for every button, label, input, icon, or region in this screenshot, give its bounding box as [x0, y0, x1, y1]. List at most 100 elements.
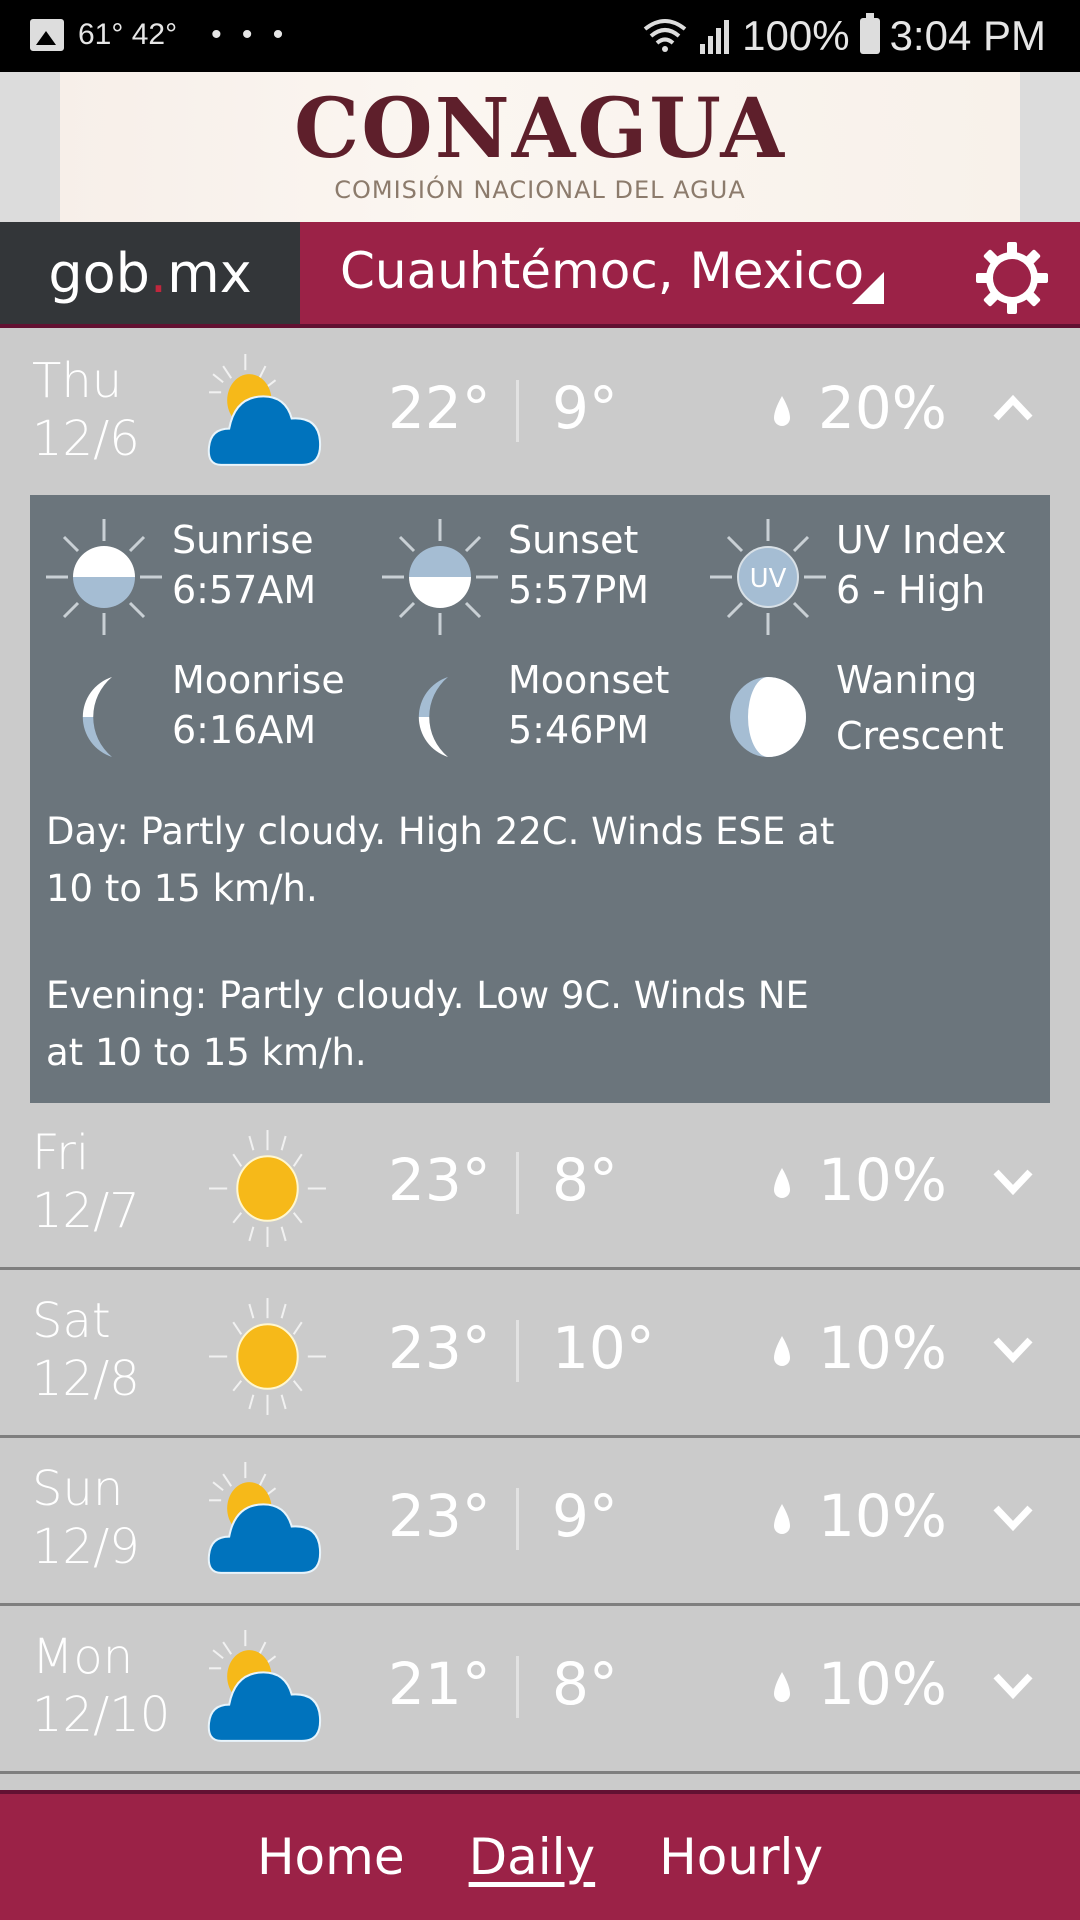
status-bar: 61° 42° • • • 100% 3:04 PM [0, 0, 1080, 72]
evening-text-line1: Evening: Partly cloudy. Low 9C. Winds NE [46, 974, 809, 1017]
moonrise-value: 6:16AM [172, 708, 317, 752]
more-notifications-icon: • • • [211, 18, 290, 51]
moonset-value: 5:46PM [508, 708, 650, 752]
low-temp: 8° [552, 1146, 618, 1214]
temp-divider [516, 1656, 519, 1718]
conagua-banner: CONAGUA COMISIÓN NACIONAL DEL AGUA [0, 72, 1080, 222]
day-date: 12/8 [32, 1351, 140, 1407]
clock: 3:04 PM [889, 12, 1046, 59]
low-temp: 10° [552, 1314, 655, 1382]
precip-chance: 10% [818, 1314, 947, 1382]
sunset-item: Sunset 5:57PM [378, 515, 649, 639]
partly-cloudy-icon [207, 354, 322, 466]
day-date: 12/7 [32, 1183, 140, 1239]
precip-chance: 10% [818, 1146, 947, 1214]
day-row-sun[interactable]: Sun 12/9 23° 9° 10% [0, 1440, 1080, 1606]
day-name: Thu [32, 353, 123, 409]
moonset-icon [418, 677, 448, 757]
high-temp: 23° [388, 1482, 491, 1550]
precip-chance: 10% [818, 1482, 947, 1550]
day-row-thu[interactable]: Thu 12/6 22° 9° 20% [0, 332, 1080, 498]
low-temp: 9° [552, 374, 618, 442]
day-date: 12/10 [32, 1687, 171, 1743]
chevron-down-icon[interactable] [990, 1158, 1036, 1204]
conagua-logo: CONAGUA COMISIÓN NACIONAL DEL AGUA [60, 72, 1020, 222]
chevron-down-icon[interactable] [990, 1494, 1036, 1540]
day-name: Fri [32, 1125, 90, 1181]
precipitation-drop-icon [774, 1336, 790, 1366]
uv-index-icon: UV [710, 519, 826, 635]
precipitation-drop-icon [774, 1672, 790, 1702]
day-label: Mon 12/10 [32, 1628, 170, 1744]
evening-forecast-text: Evening: Partly cloudy. Low 9C. Winds NE… [46, 967, 946, 1081]
sunrise-value: 6:57AM [172, 568, 317, 612]
moon-phase-item: Waning Crescent [706, 655, 1004, 779]
dropdown-caret-icon[interactable] [852, 272, 884, 304]
moonset-item: Moonset 5:46PM [378, 655, 669, 779]
day-row-fri[interactable]: Fri 12/7 23° 8° 10% [0, 1104, 1080, 1270]
image-notification-icon [30, 19, 64, 51]
moonrise-icon [82, 677, 112, 757]
day-label: Sun 12/9 [32, 1460, 140, 1576]
day-name: Mon [32, 1629, 134, 1685]
location-selector[interactable]: Cuauhtémoc, Mexico [340, 242, 864, 300]
battery-icon [859, 13, 880, 54]
sunset-icon [382, 519, 498, 635]
moon-phase-line2: Crescent [836, 714, 1004, 758]
chevron-down-icon[interactable] [990, 1662, 1036, 1708]
nav-daily[interactable]: Daily [469, 1828, 596, 1886]
wifi-icon [643, 19, 687, 52]
sunset-label: Sunset [508, 518, 639, 562]
high-temp: 23° [388, 1146, 491, 1214]
day-label: Fri 12/7 [32, 1124, 140, 1240]
moonrise-label: Moonrise [172, 658, 345, 702]
sunrise-label: Sunrise [172, 518, 314, 562]
uv-value: 6 - High [836, 568, 986, 612]
signal-icon [700, 20, 730, 54]
day-name: Sun [32, 1461, 124, 1517]
precip-chance: 10% [818, 1650, 947, 1718]
app-header: gob. mx Cuauhtémoc, Mexico [0, 222, 1080, 328]
day-label: Thu 12/6 [32, 352, 140, 468]
partly-cloudy-icon [207, 1462, 322, 1574]
day-name: Sat [32, 1293, 111, 1349]
temp-divider [516, 1488, 519, 1550]
chevron-down-icon[interactable] [990, 1326, 1036, 1372]
nav-home[interactable]: Home [257, 1828, 405, 1886]
temp-divider [516, 1320, 519, 1382]
logo-title: CONAGUA [294, 81, 786, 177]
battery-percent: 100% [742, 12, 850, 59]
day-date: 12/6 [32, 411, 140, 467]
precipitation-drop-icon [774, 1504, 790, 1534]
sunrise-icon [46, 519, 162, 635]
low-temp: 9° [552, 1482, 618, 1550]
nav-hourly[interactable]: Hourly [659, 1828, 823, 1886]
uv-badge-text: UV [750, 564, 787, 594]
chevron-up-icon[interactable] [990, 386, 1036, 432]
brand-post: mx [167, 241, 252, 305]
logo-subtitle: COMISIÓN NACIONAL DEL AGUA [334, 176, 746, 204]
day-forecast-text: Day: Partly cloudy. High 22C. Winds ESE … [46, 803, 946, 917]
sunny-icon [209, 1298, 326, 1415]
uv-label: UV Index [836, 518, 1007, 562]
temp-divider [516, 1152, 519, 1214]
status-temps: 61° 42° [78, 18, 178, 51]
sunrise-item: Sunrise 6:57AM [42, 515, 316, 639]
precipitation-drop-icon [774, 1168, 790, 1198]
gob-mx-logo[interactable]: gob. mx [0, 222, 300, 324]
moonset-label: Moonset [508, 658, 670, 702]
precip-chance: 20% [818, 374, 947, 442]
day-row-mon[interactable]: Mon 12/10 21° 8° 10% [0, 1608, 1080, 1774]
high-temp: 22° [388, 374, 491, 442]
evening-text-line2: at 10 to 15 km/h. [46, 1031, 367, 1074]
moon-phase-line1: Waning [836, 658, 978, 702]
high-temp: 21° [388, 1650, 491, 1718]
partly-cloudy-icon [207, 1630, 322, 1742]
gear-icon[interactable] [974, 240, 1050, 316]
day-row-sat[interactable]: Sat 12/8 23° 10° 10% [0, 1272, 1080, 1438]
day-date: 12/9 [32, 1519, 140, 1575]
brand-dot: . [149, 241, 168, 305]
sunset-value: 5:57PM [508, 568, 650, 612]
brand-pre: gob [48, 241, 150, 305]
precipitation-drop-icon [774, 396, 790, 426]
